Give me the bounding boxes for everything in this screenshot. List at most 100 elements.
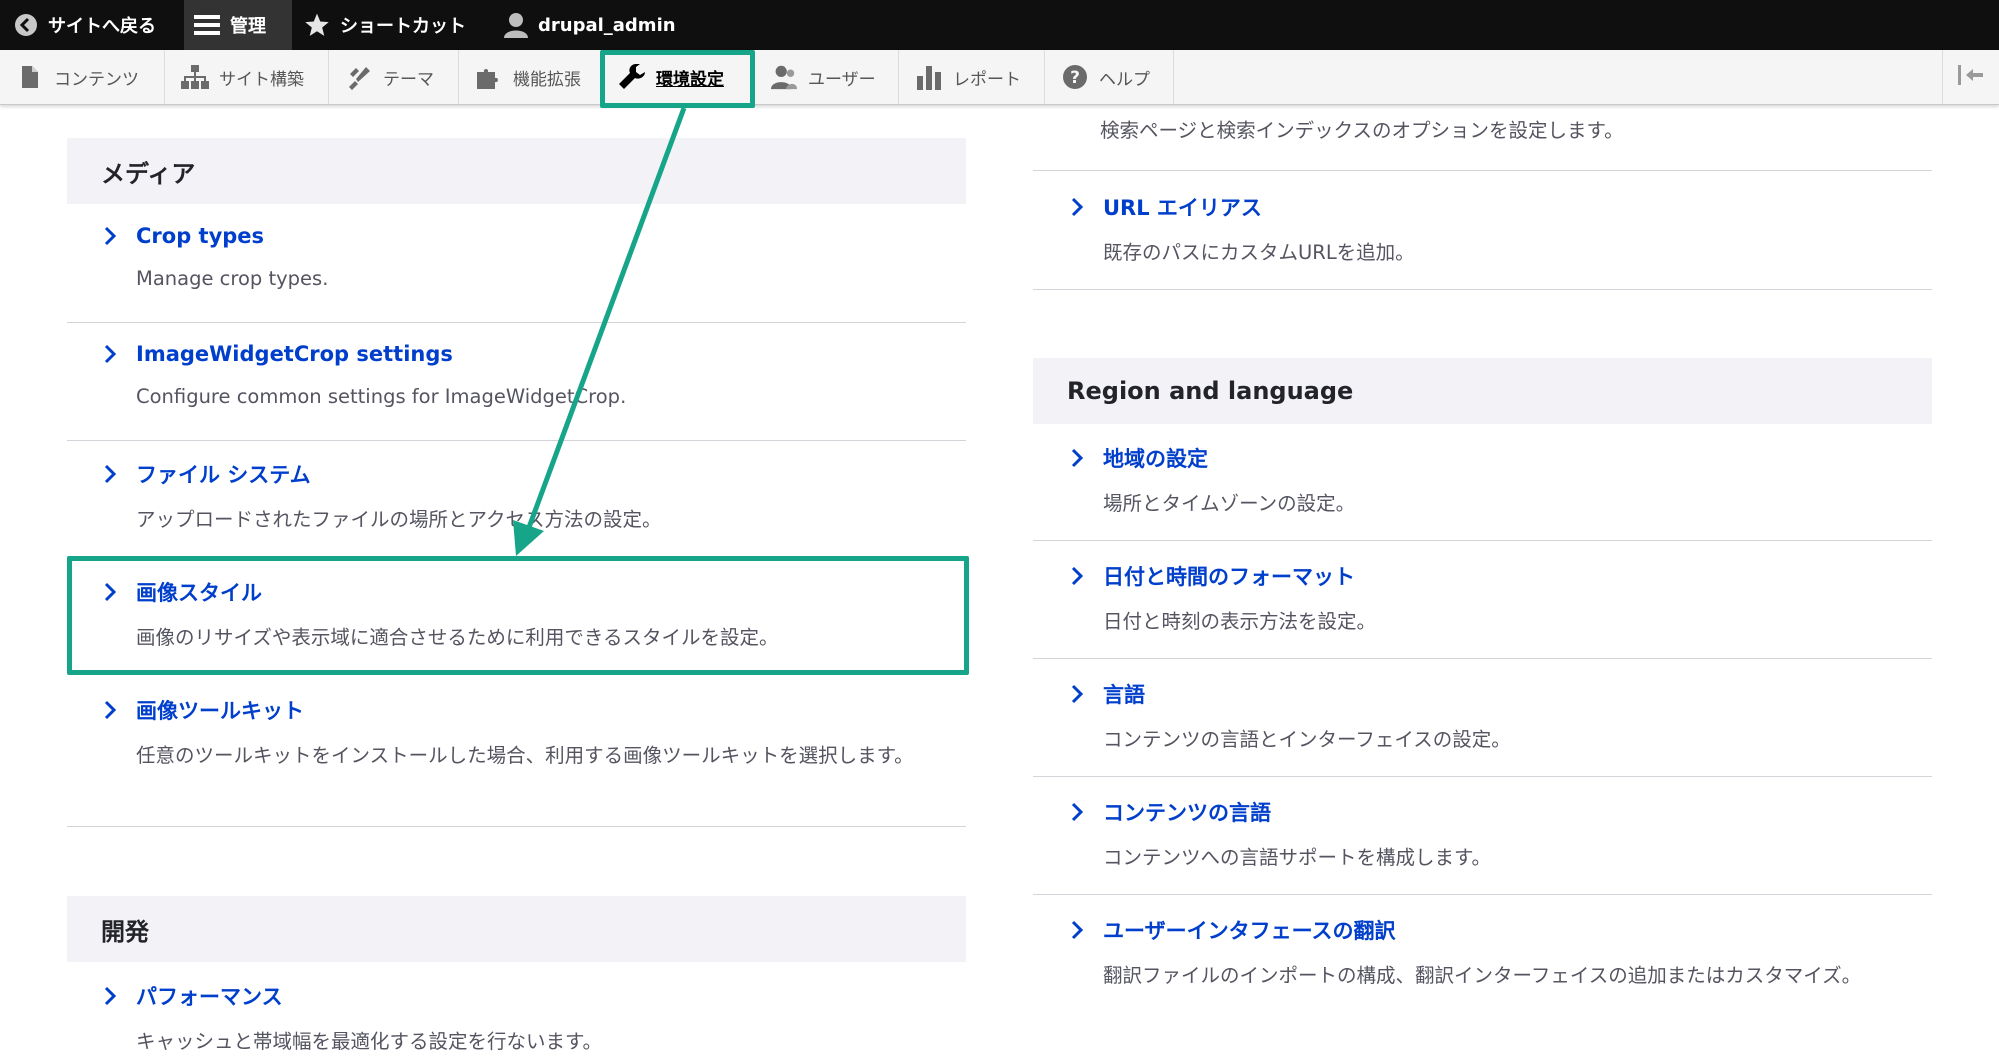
tray-label: テーマ bbox=[383, 69, 434, 90]
tray-item-extend[interactable]: 機能拡張 bbox=[459, 50, 602, 104]
admin-link[interactable]: ユーザーインタフェースの翻訳 bbox=[1067, 915, 1907, 945]
puzzle-icon bbox=[475, 63, 503, 91]
tray-label: コンテンツ bbox=[54, 69, 139, 90]
admin-link[interactable]: 日付と時間のフォーマット bbox=[1067, 561, 1907, 591]
list-item: 言語 コンテンツの言語とインターフェイスの設定。 bbox=[1067, 679, 1907, 756]
admin-link[interactable]: URL エイリアス bbox=[1067, 192, 1907, 222]
chevron-right-icon bbox=[100, 986, 120, 1006]
search-page-description: 検索ページと検索インデックスのオプションを設定します。 bbox=[1100, 119, 1624, 142]
list-item: パフォーマンス キャッシュと帯域幅を最適化する設定を行ないます。 bbox=[100, 981, 940, 1058]
list-item: 日付と時間のフォーマット 日付と時刻の表示方法を設定。 bbox=[1067, 561, 1907, 638]
admin-link[interactable]: ファイル システム bbox=[100, 459, 940, 489]
link-description: 日付と時刻の表示方法を設定。 bbox=[1103, 610, 1377, 633]
admin-link[interactable]: 地域の設定 bbox=[1067, 443, 1907, 473]
chevron-right-icon bbox=[100, 464, 120, 484]
divider bbox=[1033, 894, 1932, 895]
annotation-highlight-tab bbox=[600, 50, 755, 108]
link-description: Configure common settings for ImageWidge… bbox=[136, 385, 627, 408]
manage-label: 管理 bbox=[230, 16, 266, 37]
link-label: コンテンツの言語 bbox=[1103, 801, 1271, 825]
back-to-site-link[interactable]: サイトへ戻る bbox=[14, 0, 156, 50]
link-description: 翻訳ファイルのインポートの構成、翻訳インターフェイスの追加またはカスタマイズ。 bbox=[1103, 964, 1862, 987]
tray-label: レポート bbox=[953, 69, 1021, 90]
file-icon bbox=[16, 63, 44, 91]
link-label: 言語 bbox=[1103, 683, 1145, 707]
section-title: 開発 bbox=[101, 917, 149, 946]
link-description: 場所とタイムゾーンの設定。 bbox=[1103, 492, 1356, 515]
chevron-right-icon bbox=[1067, 197, 1087, 217]
list-item: コンテンツの言語 コンテンツへの言語サポートを構成します。 bbox=[1067, 797, 1907, 874]
tray-item-reports[interactable]: レポート bbox=[899, 50, 1045, 104]
list-item: Crop types Manage crop types. bbox=[100, 224, 940, 295]
link-label: パフォーマンス bbox=[136, 985, 283, 1009]
sitemap-icon bbox=[181, 63, 209, 91]
admin-link[interactable]: 画像ツールキット bbox=[100, 695, 940, 725]
chevron-right-icon bbox=[1067, 448, 1087, 468]
divider bbox=[1033, 658, 1932, 659]
link-label: ユーザーインタフェースの翻訳 bbox=[1103, 919, 1396, 943]
tray-item-appearance[interactable]: テーマ bbox=[329, 50, 459, 104]
admin-link[interactable]: コンテンツの言語 bbox=[1067, 797, 1907, 827]
shortcuts-tab[interactable]: ショートカット bbox=[304, 0, 466, 50]
tray-item-structure[interactable]: サイト構築 bbox=[165, 50, 329, 104]
link-description: コンテンツの言語とインターフェイスの設定。 bbox=[1103, 728, 1511, 751]
svg-text:?: ? bbox=[1070, 68, 1080, 88]
divider bbox=[1033, 289, 1932, 290]
list-item: URL エイリアス 既存のパスにカスタムURLを追加。 bbox=[1067, 192, 1907, 269]
admin-link[interactable]: パフォーマンス bbox=[100, 981, 940, 1011]
region-language-section-header: Region and language bbox=[1033, 358, 1932, 424]
tray-item-people[interactable]: ユーザー bbox=[754, 50, 899, 104]
annotation-highlight-box bbox=[67, 556, 969, 675]
chevron-right-icon bbox=[1067, 566, 1087, 586]
development-section-header: 開発 bbox=[67, 896, 966, 962]
paintbrush-icon bbox=[345, 63, 373, 91]
media-section-header: メディア bbox=[67, 138, 966, 204]
tray-label: ヘルプ bbox=[1099, 69, 1150, 90]
bar-chart-icon bbox=[915, 63, 943, 91]
star-icon bbox=[304, 12, 330, 38]
list-item: ユーザーインタフェースの翻訳 翻訳ファイルのインポートの構成、翻訳インターフェイ… bbox=[1067, 915, 1907, 992]
user-icon bbox=[504, 12, 528, 38]
back-arrow-icon bbox=[14, 13, 38, 37]
help-icon: ? bbox=[1061, 63, 1089, 91]
tray-label: 機能拡張 bbox=[513, 69, 581, 90]
divider bbox=[1033, 170, 1932, 171]
chevron-right-icon bbox=[1067, 920, 1087, 940]
section-title: メディア bbox=[101, 159, 196, 188]
list-item: 地域の設定 場所とタイムゾーンの設定。 bbox=[1067, 443, 1907, 520]
user-tab[interactable]: drupal_admin bbox=[504, 0, 676, 50]
admin-toolbar: サイトへ戻る 管理 ショートカット drupal_admin bbox=[0, 0, 1999, 50]
manage-tab[interactable]: 管理 bbox=[184, 0, 292, 50]
divider bbox=[1033, 540, 1932, 541]
back-to-site-label: サイトへ戻る bbox=[48, 16, 156, 37]
list-item: 画像ツールキット 任意のツールキットをインストールした場合、利用する画像ツールキ… bbox=[100, 695, 940, 772]
link-description: Manage crop types. bbox=[136, 267, 329, 290]
admin-link[interactable]: ImageWidgetCrop settings bbox=[100, 342, 940, 366]
link-label: 日付と時間のフォーマット bbox=[1103, 565, 1355, 589]
username-label: drupal_admin bbox=[538, 14, 676, 36]
chevron-right-icon bbox=[1067, 684, 1087, 704]
link-description: 既存のパスにカスタムURLを追加。 bbox=[1103, 241, 1415, 264]
list-item: ファイル システム アップロードされたファイルの場所とアクセス方法の設定。 bbox=[100, 459, 940, 536]
link-description: 任意のツールキットをインストールした場合、利用する画像ツールキットを選択します。 bbox=[136, 744, 914, 767]
link-label: ImageWidgetCrop settings bbox=[136, 342, 453, 366]
chevron-right-icon bbox=[100, 226, 120, 246]
tray-label: ユーザー bbox=[808, 69, 876, 90]
divider bbox=[1033, 776, 1932, 777]
section-title: Region and language bbox=[1067, 377, 1354, 405]
admin-link[interactable]: Crop types bbox=[100, 224, 940, 248]
collapse-tray-button[interactable] bbox=[1942, 50, 1999, 104]
chevron-right-icon bbox=[1067, 802, 1087, 822]
list-item: ImageWidgetCrop settings Configure commo… bbox=[100, 342, 940, 413]
admin-link[interactable]: 言語 bbox=[1067, 679, 1907, 709]
admin-menu-tray: コンテンツ サイト構築 テーマ 機能拡張 環境設定 ユーザー レポート ? ヘル… bbox=[0, 50, 1999, 105]
link-label: Crop types bbox=[136, 224, 265, 248]
link-label: ファイル システム bbox=[136, 463, 311, 487]
divider bbox=[67, 440, 966, 441]
tray-item-content[interactable]: コンテンツ bbox=[0, 50, 165, 104]
hamburger-icon bbox=[194, 14, 220, 36]
tray-item-help[interactable]: ? ヘルプ bbox=[1045, 50, 1174, 104]
link-label: 地域の設定 bbox=[1103, 447, 1208, 471]
link-label: 画像ツールキット bbox=[136, 699, 304, 723]
link-description: コンテンツへの言語サポートを構成します。 bbox=[1103, 846, 1492, 869]
